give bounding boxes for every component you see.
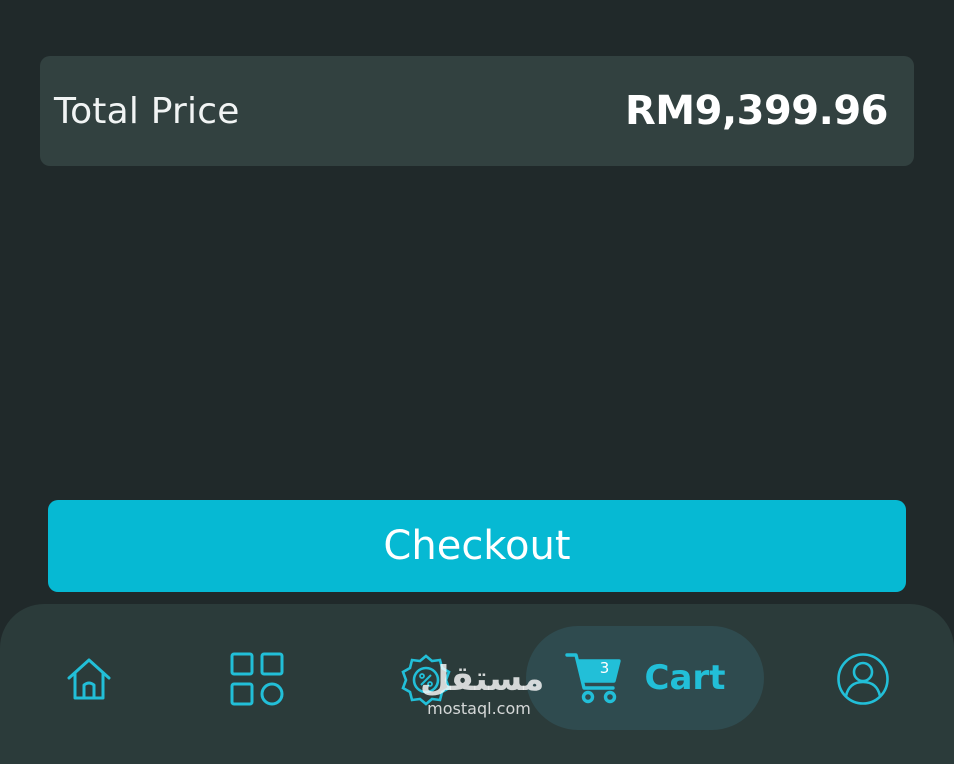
cart-label: Cart — [644, 658, 726, 698]
profile-icon — [837, 653, 889, 705]
categories-grid-icon — [230, 652, 284, 706]
nav-home[interactable] — [62, 652, 116, 706]
checkout-button[interactable]: Checkout — [48, 500, 906, 592]
nav-profile[interactable] — [836, 652, 890, 706]
cart-count-badge: 3 — [599, 659, 610, 677]
discount-badge-icon — [401, 654, 451, 706]
home-icon — [67, 658, 111, 700]
total-price-card: Total Price RM9,399.96 — [40, 56, 914, 166]
bottom-navigation: 3 Cart — [0, 604, 954, 764]
total-price-label: Total Price — [54, 90, 240, 132]
nav-cart[interactable]: 3 Cart — [526, 626, 764, 730]
nav-deals[interactable] — [398, 652, 454, 708]
total-price-value: RM9,399.96 — [625, 88, 889, 134]
nav-categories[interactable] — [228, 650, 286, 708]
cart-icon-wrap: 3 — [564, 650, 623, 706]
